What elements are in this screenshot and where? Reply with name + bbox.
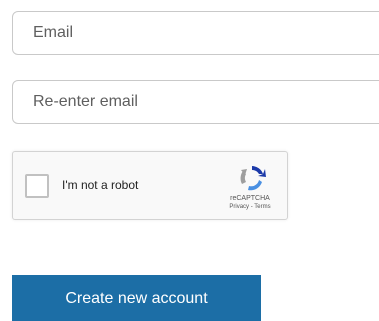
create-account-button[interactable]: Create new account (12, 275, 261, 321)
recaptcha-widget: I'm not a robot reCAPTCHA Privacy - Term… (12, 151, 288, 220)
terms-link[interactable]: Terms (254, 204, 270, 210)
email-field[interactable] (12, 11, 379, 55)
recaptcha-brand: reCAPTCHA (230, 195, 270, 202)
signup-form: I'm not a robot reCAPTCHA Privacy - Term… (0, 0, 379, 321)
recaptcha-checkbox[interactable] (25, 174, 49, 198)
recaptcha-label: I'm not a robot (62, 178, 139, 192)
recaptcha-links: Privacy - Terms (217, 204, 283, 211)
reenter-email-field[interactable] (12, 80, 379, 124)
recaptcha-logo-icon (240, 166, 266, 191)
privacy-link[interactable]: Privacy (229, 204, 249, 210)
